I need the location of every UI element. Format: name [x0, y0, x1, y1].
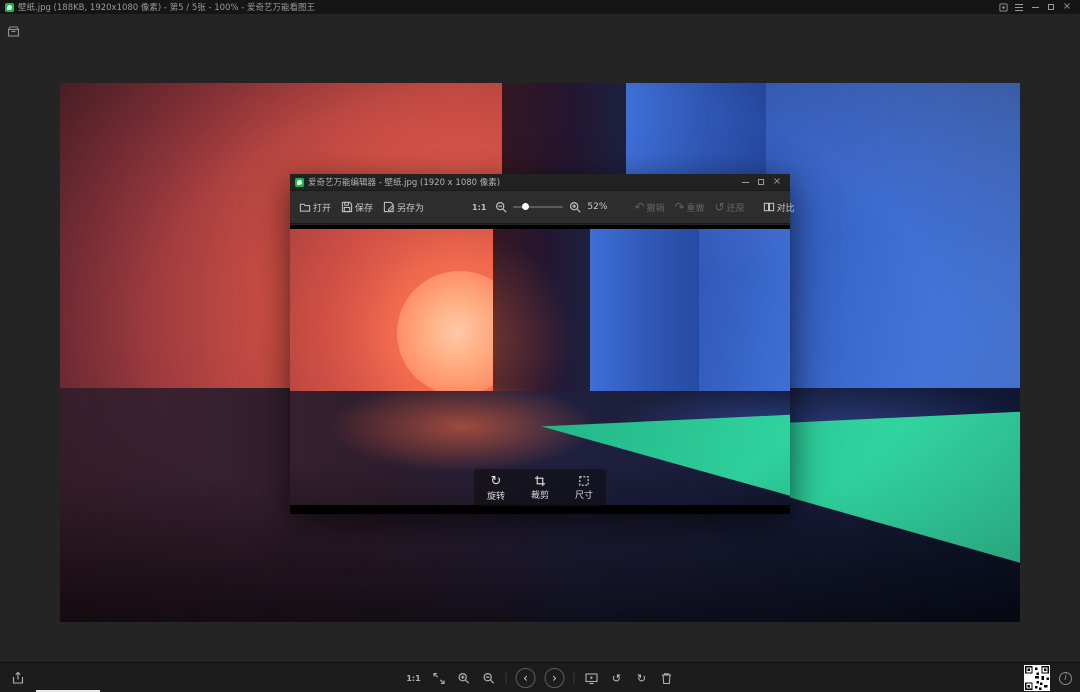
restore-label: 还原: [726, 203, 745, 214]
menu-icon[interactable]: [1011, 0, 1027, 14]
fit-screen-icon[interactable]: [431, 670, 447, 686]
minimize-icon[interactable]: [1027, 0, 1043, 14]
share-icon[interactable]: [10, 670, 26, 686]
resize-label: 尺寸: [574, 491, 593, 501]
bottombar-separator: [573, 672, 575, 684]
previous-image-button[interactable]: ‹: [515, 668, 536, 688]
save-button[interactable]: 保存: [338, 199, 376, 216]
zoom-slider-thumb[interactable]: [522, 203, 530, 210]
close-icon[interactable]: ×: [1059, 0, 1075, 14]
rotate-left-icon[interactable]: ↺: [609, 670, 625, 686]
prev-icon: ‹: [523, 670, 528, 685]
rotate-button[interactable]: ↻ 旋转: [487, 475, 505, 502]
restore-button[interactable]: ↺ 还原: [712, 199, 748, 216]
titlebar: 壁纸.jpg (188KB, 1920x1080 像素) - 第5 / 5张 -…: [0, 0, 1080, 14]
edit-group: ↶ 撤销 ↷ 重做 ↺ 还原: [631, 199, 747, 216]
resize-icon: [579, 476, 589, 486]
actual-size-icon[interactable]: 1:1: [469, 201, 489, 214]
undo-label: 撤销: [646, 203, 665, 214]
bottombar-separator: [505, 672, 507, 684]
rotate-icon: ↻: [490, 473, 502, 489]
open-label: 打开: [313, 203, 332, 214]
window-title: 壁纸.jpg (188KB, 1920x1080 像素) - 第5 / 5张 -…: [18, 3, 316, 13]
save-as-button[interactable]: 另存为: [380, 199, 427, 216]
zoom-percentage: 52%: [587, 202, 608, 212]
zoom-in-icon[interactable]: [567, 199, 583, 215]
zoom-in-icon[interactable]: [456, 670, 472, 686]
editor-photo-scene: [290, 229, 790, 505]
save-label: 保存: [355, 203, 374, 214]
rotate-right-icon[interactable]: ↻: [634, 670, 650, 686]
crop-label: 裁剪: [530, 491, 549, 501]
redo-button[interactable]: ↷ 重做: [671, 199, 707, 216]
zoom-group: 1:1 52%: [469, 199, 607, 215]
app-window: 壁纸.jpg (188KB, 1920x1080 像素) - 第5 / 5张 -…: [0, 0, 1080, 692]
editor-window: 爱奇艺万能编辑器 - 壁纸.jpg (1920 x 1080 像素) × 打开 …: [290, 174, 795, 514]
editor-title: 爱奇艺万能编辑器 - 壁纸.jpg (1920 x 1080 像素): [308, 178, 501, 188]
editor-logo-icon: [295, 177, 304, 187]
zoom-slider[interactable]: [513, 201, 564, 213]
editor-minimize-icon[interactable]: [737, 175, 753, 189]
compare-button[interactable]: 对比: [760, 199, 798, 216]
bottom-toolbar: 1:1 ‹ › ↺ ↻ i: [0, 662, 1080, 692]
next-icon: ›: [552, 670, 557, 685]
redo-icon: ↷: [674, 200, 685, 214]
editor-maximize-icon[interactable]: [753, 175, 769, 189]
crop-icon: [534, 475, 546, 487]
qr-code: [1024, 665, 1050, 691]
editor-float-toolbar: ↻ 旋转 裁剪 尺寸: [474, 469, 606, 507]
editor-titlebar: 爱奇艺万能编辑器 - 壁纸.jpg (1920 x 1080 像素) ×: [290, 174, 790, 190]
next-image-button[interactable]: ›: [544, 668, 565, 688]
redo-label: 重做: [686, 203, 705, 214]
actual-size-icon[interactable]: 1:1: [406, 670, 422, 686]
app-logo-icon: [5, 2, 14, 12]
theme-icon[interactable]: [995, 0, 1011, 14]
library-icon[interactable]: [6, 24, 20, 38]
resize-button[interactable]: 尺寸: [575, 475, 593, 501]
zoom-slider-track: [513, 206, 564, 208]
compare-label: 对比: [776, 203, 795, 214]
open-button[interactable]: 打开: [296, 199, 334, 216]
vignette: [290, 229, 790, 505]
zoom-out-icon[interactable]: [481, 670, 497, 686]
editor-photo: [290, 229, 790, 505]
rotate-label: 旋转: [486, 491, 505, 502]
undo-icon: ↶: [634, 200, 645, 214]
save-as-label: 另存为: [397, 203, 425, 214]
info-icon[interactable]: i: [1059, 671, 1072, 685]
slideshow-icon[interactable]: [584, 670, 600, 686]
maximize-icon[interactable]: [1043, 0, 1059, 14]
zoom-out-icon[interactable]: [493, 199, 509, 215]
undo-button[interactable]: ↶ 撤销: [631, 199, 667, 216]
editor-canvas[interactable]: ↻ 旋转 裁剪 尺寸: [290, 225, 790, 514]
delete-icon[interactable]: [659, 670, 675, 686]
restore-icon: ↺: [714, 200, 725, 214]
editor-toolbar: 打开 保存 另存为 1:1 52% ↶ 撤销 ↷ 重做 ↺ 还原 对比: [290, 190, 795, 224]
crop-button[interactable]: 裁剪: [531, 475, 549, 501]
editor-close-icon[interactable]: ×: [769, 175, 785, 189]
